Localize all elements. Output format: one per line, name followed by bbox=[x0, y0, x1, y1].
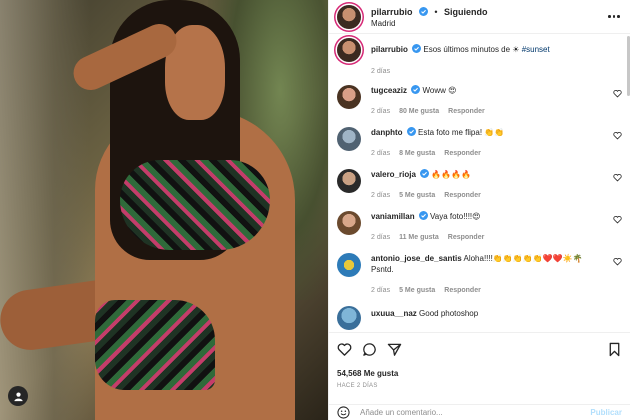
reply-button[interactable]: Responder bbox=[448, 108, 485, 115]
share-send-icon[interactable] bbox=[387, 342, 402, 357]
comment-username[interactable]: antonio_jose_de_santis bbox=[371, 254, 462, 263]
caption: pilarrubio Esos últimos minutos de ☀ #su… bbox=[337, 38, 622, 75]
author-info: pilarrubio • Siguiendo Madrid bbox=[371, 5, 488, 29]
comment-avatar[interactable] bbox=[337, 306, 361, 330]
comment-username[interactable]: tugceaziz bbox=[371, 86, 407, 95]
author-username[interactable]: pilarrubio bbox=[371, 7, 413, 17]
following-button[interactable]: Siguiendo bbox=[444, 7, 488, 17]
post-side-panel: pilarrubio • Siguiendo Madrid pilarrubio… bbox=[328, 0, 630, 420]
comment-likes[interactable]: 80 Me gusta bbox=[399, 108, 439, 115]
comment-likes[interactable]: 11 Me gusta bbox=[399, 234, 439, 241]
verified-badge-icon bbox=[412, 44, 422, 53]
post-actions: 54,568 Me gusta HACE 2 DÍAS bbox=[329, 332, 630, 389]
comment-time[interactable]: 2 días bbox=[371, 108, 390, 115]
post-timestamp[interactable]: HACE 2 DÍAS bbox=[337, 383, 622, 389]
caption-text: Esos últimos minutos de ☀ bbox=[423, 45, 522, 54]
comment-username[interactable]: uxuua__naz bbox=[371, 309, 417, 318]
comment-avatar[interactable] bbox=[337, 211, 361, 235]
header-separator: • bbox=[434, 6, 438, 17]
tagged-user-button[interactable] bbox=[8, 386, 28, 406]
comment-avatar[interactable] bbox=[337, 127, 361, 151]
comment-avatar[interactable] bbox=[337, 253, 361, 277]
comment-likes[interactable]: 5 Me gusta bbox=[399, 287, 435, 294]
comment-item: tugceaziz Woww 😍 2 días 80 Me gusta Respon… bbox=[337, 85, 622, 115]
reply-button[interactable]: Responder bbox=[444, 192, 481, 199]
comment-time[interactable]: 2 días bbox=[371, 234, 390, 241]
caption-hashtag[interactable]: #sunset bbox=[522, 45, 550, 54]
like-comment-heart-icon[interactable] bbox=[613, 131, 622, 140]
caption-time[interactable]: 2 días bbox=[371, 68, 390, 75]
comment-item: valero_rioja 🔥🔥🔥🔥 2 días 5 Me gusta Respon… bbox=[337, 169, 622, 199]
caption-username[interactable]: pilarrubio bbox=[371, 45, 408, 54]
verified-badge-icon bbox=[418, 6, 428, 16]
comment-time[interactable]: 2 días bbox=[371, 150, 390, 157]
comment-text: Woww 😍 bbox=[422, 86, 457, 95]
comments-list: pilarrubio Esos últimos minutos de ☀ #su… bbox=[329, 34, 630, 332]
more-options-button[interactable] bbox=[606, 12, 622, 22]
like-comment-heart-icon[interactable] bbox=[613, 89, 622, 98]
comment-item: danphto Esta foto me flipa! 👏👏 2 días 8 M… bbox=[337, 127, 622, 157]
comment-bubble-icon[interactable] bbox=[362, 342, 377, 357]
photo-bikini-top bbox=[120, 160, 270, 250]
verified-badge-icon bbox=[406, 127, 416, 136]
caption-author-avatar[interactable] bbox=[337, 38, 361, 62]
photo-bikini-bottom bbox=[95, 300, 215, 390]
like-comment-heart-icon[interactable] bbox=[613, 215, 622, 224]
post-location[interactable]: Madrid bbox=[371, 18, 488, 29]
reply-button[interactable]: Responder bbox=[448, 234, 485, 241]
user-icon bbox=[13, 392, 23, 401]
verified-badge-icon bbox=[420, 169, 430, 178]
comment-username[interactable]: vaniamillan bbox=[371, 212, 415, 221]
more-icon bbox=[608, 15, 611, 18]
comment-text: Esta foto me flipa! 👏👏 bbox=[418, 128, 505, 137]
comment-text: 🔥🔥🔥🔥 bbox=[431, 170, 472, 179]
comment-input[interactable]: Añade un comentario... bbox=[360, 408, 443, 417]
instagram-post: pilarrubio • Siguiendo Madrid pilarrubio… bbox=[0, 0, 630, 420]
like-comment-heart-icon[interactable] bbox=[613, 257, 622, 266]
comment-username[interactable]: danphto bbox=[371, 128, 403, 137]
comment-avatar[interactable] bbox=[337, 169, 361, 193]
like-comment-heart-icon[interactable] bbox=[613, 173, 622, 182]
comment-item: antonio_jose_de_santis Aloha!!!!👏👏👏👏👏❤️❤… bbox=[337, 253, 622, 294]
likes-count[interactable]: 54,568 Me gusta bbox=[337, 369, 622, 378]
comment-likes[interactable]: 5 Me gusta bbox=[399, 192, 435, 199]
save-bookmark-icon[interactable] bbox=[607, 342, 622, 357]
verified-badge-icon bbox=[418, 211, 428, 220]
comment-text: Good photoshop bbox=[419, 309, 479, 318]
comment-avatar[interactable] bbox=[337, 85, 361, 109]
comment-username[interactable]: valero_rioja bbox=[371, 170, 416, 179]
comment-time[interactable]: 2 días bbox=[371, 287, 390, 294]
post-photo[interactable] bbox=[0, 0, 328, 420]
post-header: pilarrubio • Siguiendo Madrid bbox=[329, 0, 630, 34]
like-heart-icon[interactable] bbox=[337, 342, 352, 357]
author-avatar[interactable] bbox=[337, 4, 361, 29]
comment-likes[interactable]: 8 Me gusta bbox=[399, 150, 435, 157]
add-comment-bar: Añade un comentario... Publicar bbox=[329, 404, 630, 420]
comment-item: vaniamillan Vaya foto!!!!😍 2 días 11 Me g… bbox=[337, 211, 622, 241]
verified-badge-icon bbox=[411, 85, 421, 94]
comment-time[interactable]: 2 días bbox=[371, 192, 390, 199]
comment-text: Vaya foto!!!!😍 bbox=[430, 212, 481, 221]
reply-button[interactable]: Responder bbox=[444, 150, 481, 157]
publish-button[interactable]: Publicar bbox=[590, 408, 622, 417]
reply-button[interactable]: Responder bbox=[444, 287, 481, 294]
emoji-icon[interactable] bbox=[337, 406, 350, 419]
comment-item: uxuua__naz Good photoshop bbox=[337, 306, 622, 330]
